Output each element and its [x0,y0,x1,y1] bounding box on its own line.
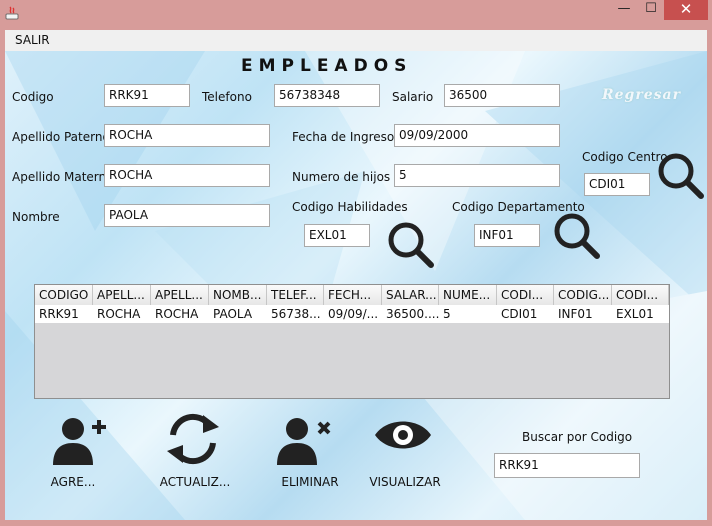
apellido-materno-label: Apellido Materno [12,170,114,184]
column-header[interactable]: NUME... [439,285,497,305]
refresh-icon[interactable] [163,411,223,467]
codigo-centro-label: Codigo Centro [582,150,668,164]
table-cell: PAOLA [213,307,253,321]
salario-input[interactable]: 36500 [444,84,560,107]
table-cell: 5 [443,307,451,321]
salario-label: Salario [392,90,434,104]
table-cell: 09/09/... [328,307,379,321]
view-button-label[interactable]: VISUALIZAR [365,475,445,489]
codigo-departamento-input[interactable]: INF01 [474,224,540,247]
column-header[interactable]: SALAR... [382,285,439,305]
codigo-input[interactable]: RRK91 [104,84,190,107]
eye-icon[interactable] [373,413,433,457]
menu-bar: SALIR [5,30,707,52]
column-header[interactable]: CODIG... [554,285,612,305]
table-cell: 56738... [271,307,321,321]
employees-table[interactable]: CODIGO APELL... APELL... NOMB... TELEF..… [34,284,670,399]
column-header[interactable]: APELL... [151,285,209,305]
nombre-label: Nombre [12,210,60,224]
nombre-input[interactable]: PAOLA [104,204,270,227]
add-button-label[interactable]: AGRE... [41,475,105,489]
table-cell: ROCHA [155,307,199,321]
codigo-centro-input[interactable]: CDI01 [584,173,650,196]
codigo-departamento-search-icon[interactable] [552,211,602,261]
telefono-input[interactable]: 56738348 [274,84,380,107]
numero-hijos-label: Numero de hijos [292,170,391,184]
minimize-button[interactable]: — [610,0,638,20]
table-cell: EXL01 [616,307,654,321]
table-cell: CDI01 [501,307,538,321]
codigo-label: Codigo [12,90,54,104]
table-cell: RRK91 [39,307,79,321]
column-header[interactable]: CODIGO [35,285,93,305]
java-app-icon [5,6,19,20]
page-title: EMPLEADOS [241,56,413,76]
table-header: CODIGO APELL... APELL... NOMB... TELEF..… [35,285,669,306]
codigo-habilidades-input[interactable]: EXL01 [304,224,370,247]
remove-user-icon[interactable] [275,415,335,467]
numero-hijos-input[interactable]: 5 [394,164,560,187]
fecha-ingreso-input[interactable]: 09/09/2000 [394,124,560,147]
table-row[interactable]: RRK91 ROCHA ROCHA PAOLA 56738... 09/09/.… [35,305,669,323]
table-cell: ROCHA [97,307,141,321]
codigo-habilidades-search-icon[interactable] [386,220,436,270]
buscar-label: Buscar por Codigo [522,430,633,444]
codigo-centro-search-icon[interactable] [656,151,706,201]
delete-button-label[interactable]: ELIMINAR [273,475,347,489]
menu-item-salir[interactable]: SALIR [15,33,50,47]
apellido-materno-input[interactable]: ROCHA [104,164,270,187]
add-user-icon[interactable] [49,415,109,467]
regresar-link[interactable]: Regresar [602,87,681,103]
table-cell: 36500.... [386,307,439,321]
codigo-habilidades-label: Codigo Habilidades [292,200,408,214]
window-titlebar [0,0,712,30]
buscar-input[interactable]: RRK91 [494,453,640,478]
column-header[interactable]: FECH... [324,285,382,305]
apellido-paterno-label: Apellido Paterno [12,130,110,144]
fecha-ingreso-label: Fecha de Ingreso [292,130,395,144]
maximize-button[interactable]: ☐ [638,0,664,20]
column-header[interactable]: TELEF... [267,285,324,305]
apellido-paterno-input[interactable]: ROCHA [104,124,270,147]
telefono-label: Telefono [202,90,252,104]
column-header[interactable]: CODI... [612,285,669,305]
column-header[interactable]: NOMB... [209,285,267,305]
close-button[interactable]: ✕ [664,0,708,20]
employee-form-panel: EMPLEADOS Regresar Codigo RRK91 Telefono… [5,51,707,520]
column-header[interactable]: CODI... [497,285,554,305]
column-header[interactable]: APELL... [93,285,151,305]
table-cell: INF01 [558,307,593,321]
update-button-label[interactable]: ACTUALIZ... [155,475,235,489]
